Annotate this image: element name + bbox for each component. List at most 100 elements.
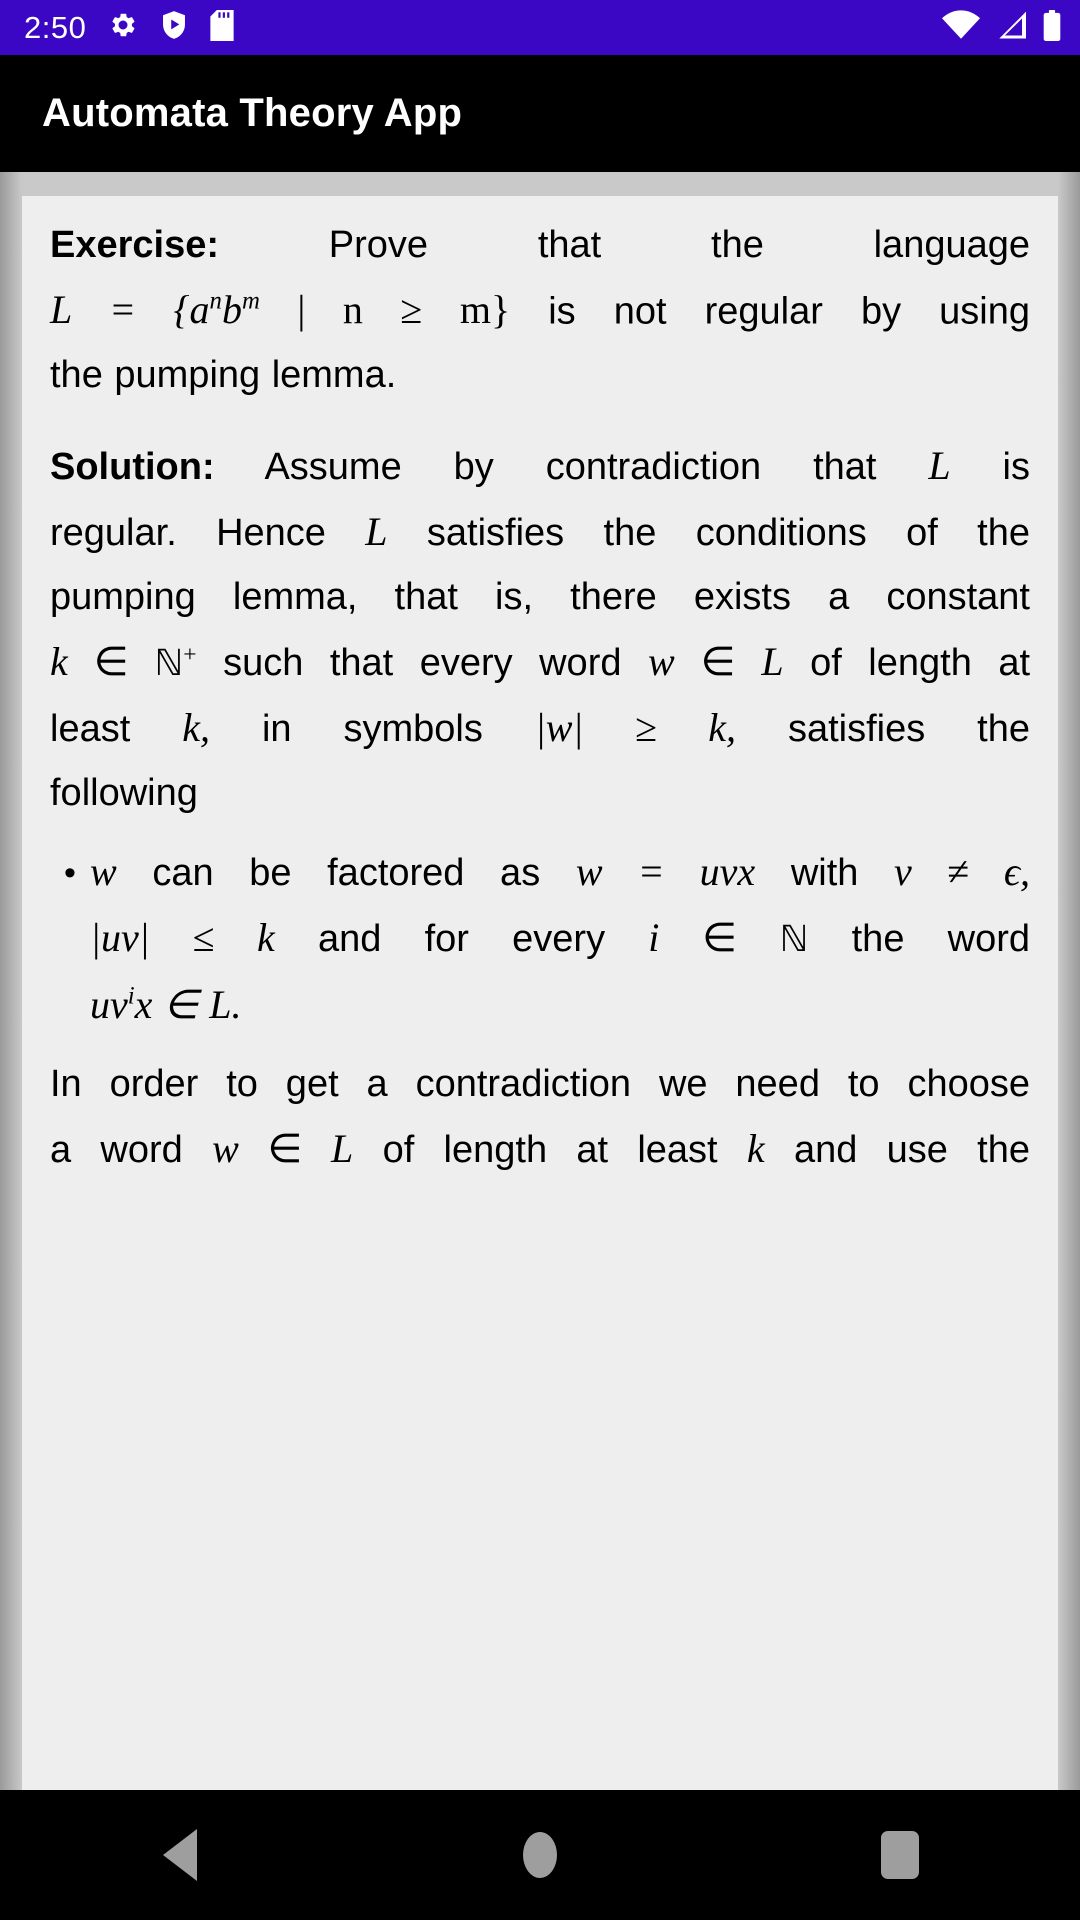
solution-seg6: such that every word [223,642,622,685]
bullet-line-3: uvix ∈ L. [90,982,1030,1027]
solution-seg10: satisfies the [787,708,1030,751]
var-i: i [648,915,660,961]
solution-line-6: following [50,772,198,815]
solution-label: Solution: [50,446,215,489]
solution-seg4: satisfies the conditions of the [426,512,1031,555]
exercise-paragraph: Exercise: Prove that the language [50,226,1030,264]
factorization-equation: w = uvx [575,849,756,895]
back-button[interactable] [120,1790,240,1920]
pumped-word-uv: uv [90,981,128,1027]
formula-exp-m: m [241,288,260,315]
word-length-inequality: |w| ≥ k, [534,705,736,751]
solution-line-5: least k, in symbols |w| ≥ k, satisfies t… [50,705,1030,751]
var-w-2: w [90,849,117,895]
navigation-bar [0,1790,1080,1920]
superscript-plus: + [183,641,197,668]
bullet-seg2: with [790,852,859,895]
exercise-line1: Prove that the language [328,224,1030,266]
exercise-label: Exercise: [50,224,220,266]
solution-seg7: of length at [810,642,1031,685]
closing-line-1: In order to get a contradiction we need … [50,1062,1030,1105]
var-L-4: L [331,1125,354,1171]
var-w-3: w [212,1125,239,1171]
var-k-3: k [746,1125,765,1171]
uv-length-inequality: |uv| ≤ k [90,915,275,961]
cellular-signal-icon [994,10,1028,45]
app-bar: Automata Theory App [0,55,1080,172]
shield-play-icon [160,10,188,45]
pumped-word-formula: uvix ∈ L. [90,982,242,1027]
gear-icon [108,10,138,45]
bullet-content: w can be factored as w = uvx with v ≠ ϵ,… [90,852,1030,1024]
element-of-symbol-4: ∈ [238,1125,332,1171]
phone-screen: 2:50 Automata Theory App Exercise: Prove… [0,0,1080,1920]
bullet-seg4: the word [851,918,1031,961]
closing-seg3: and use the [793,1128,1030,1171]
home-button[interactable] [480,1790,600,1920]
formula-b: b [221,287,242,333]
element-of-symbol-1: ∈ [67,639,155,685]
formula-condition: | n ≥ m} [259,287,511,333]
exercise-line2: is not regular by using [548,290,1030,333]
element-of-symbol-3: ∈ [659,915,780,961]
scroll-edge-right [1058,172,1080,1790]
formula-exp-n: n [209,288,222,315]
bullet-point-icon: • [64,854,76,893]
solution-line-1: Solution: Assume by contradiction that L… [50,443,1030,489]
natural-numbers-symbol-1: ℕ [154,643,184,685]
solution-seg2: is [1002,446,1030,489]
circle-icon [523,1832,557,1878]
solution-seg9: in symbols [261,708,483,751]
scroll-edge-left [0,172,22,1790]
exercise-line3: the pumping lemma. [50,354,397,397]
var-k-1: k [50,639,68,685]
triangle-left-icon [163,1829,197,1881]
pumping-lemma-bullet: • w can be factored as w = uvx with v ≠ … [50,852,1030,1024]
content-area[interactable]: Exercise: Prove that the language L = {a… [0,172,1080,1790]
solution-seg8: least [50,708,131,751]
status-bar-left: 2:50 [24,9,234,46]
solution-line-2: regular. Hence L satisfies the condition… [50,509,1031,555]
formula-L-open: L = {a [50,287,210,333]
language-definition-formula: L = {anbm | n ≥ m} [50,287,510,332]
bullet-line-1: w can be factored as w = uvx with v ≠ ϵ, [90,849,1030,895]
var-L-1: L [928,443,951,489]
var-k-2: k, [182,705,210,751]
pumped-word-exponent: i [127,982,135,1010]
solution-line-4: k ∈ ℕ+ such that every word w ∈ L of len… [50,639,1031,685]
pumped-word-membership: x ∈ L. [134,981,242,1027]
battery-icon [1042,9,1062,46]
var-L-3: L [761,639,784,685]
var-w-1: w [647,639,675,685]
recents-button[interactable] [840,1790,960,1920]
solution-seg1: Assume by contradiction that [264,446,877,489]
v-not-epsilon: v ≠ ϵ, [894,849,1030,895]
natural-numbers-symbol-2: ℕ [779,919,809,961]
sd-card-icon [210,9,234,46]
closing-seg1: a word [50,1128,183,1171]
bullet-line-2: |uv| ≤ k and for every i ∈ ℕ the word [90,915,1031,961]
bullet-seg3: and for every [317,918,606,961]
square-icon [881,1831,919,1879]
closing-seg2: of length at least [382,1128,718,1171]
closing-line-2: a word w ∈ L of length at least k and us… [50,1125,1030,1171]
var-L-2: L [365,509,388,555]
element-of-symbol-2: ∈ [674,639,762,685]
exercise-card: Exercise: Prove that the language L = {a… [22,196,1058,1790]
solution-line-3: pumping lemma, that is, there exists a c… [50,576,1030,619]
bullet-seg1: can be factored as [152,852,541,895]
exercise-formula-line: L = {anbm | n ≥ m} is not regular by usi… [50,287,1030,333]
status-clock: 2:50 [24,9,87,45]
wifi-icon [942,10,980,45]
